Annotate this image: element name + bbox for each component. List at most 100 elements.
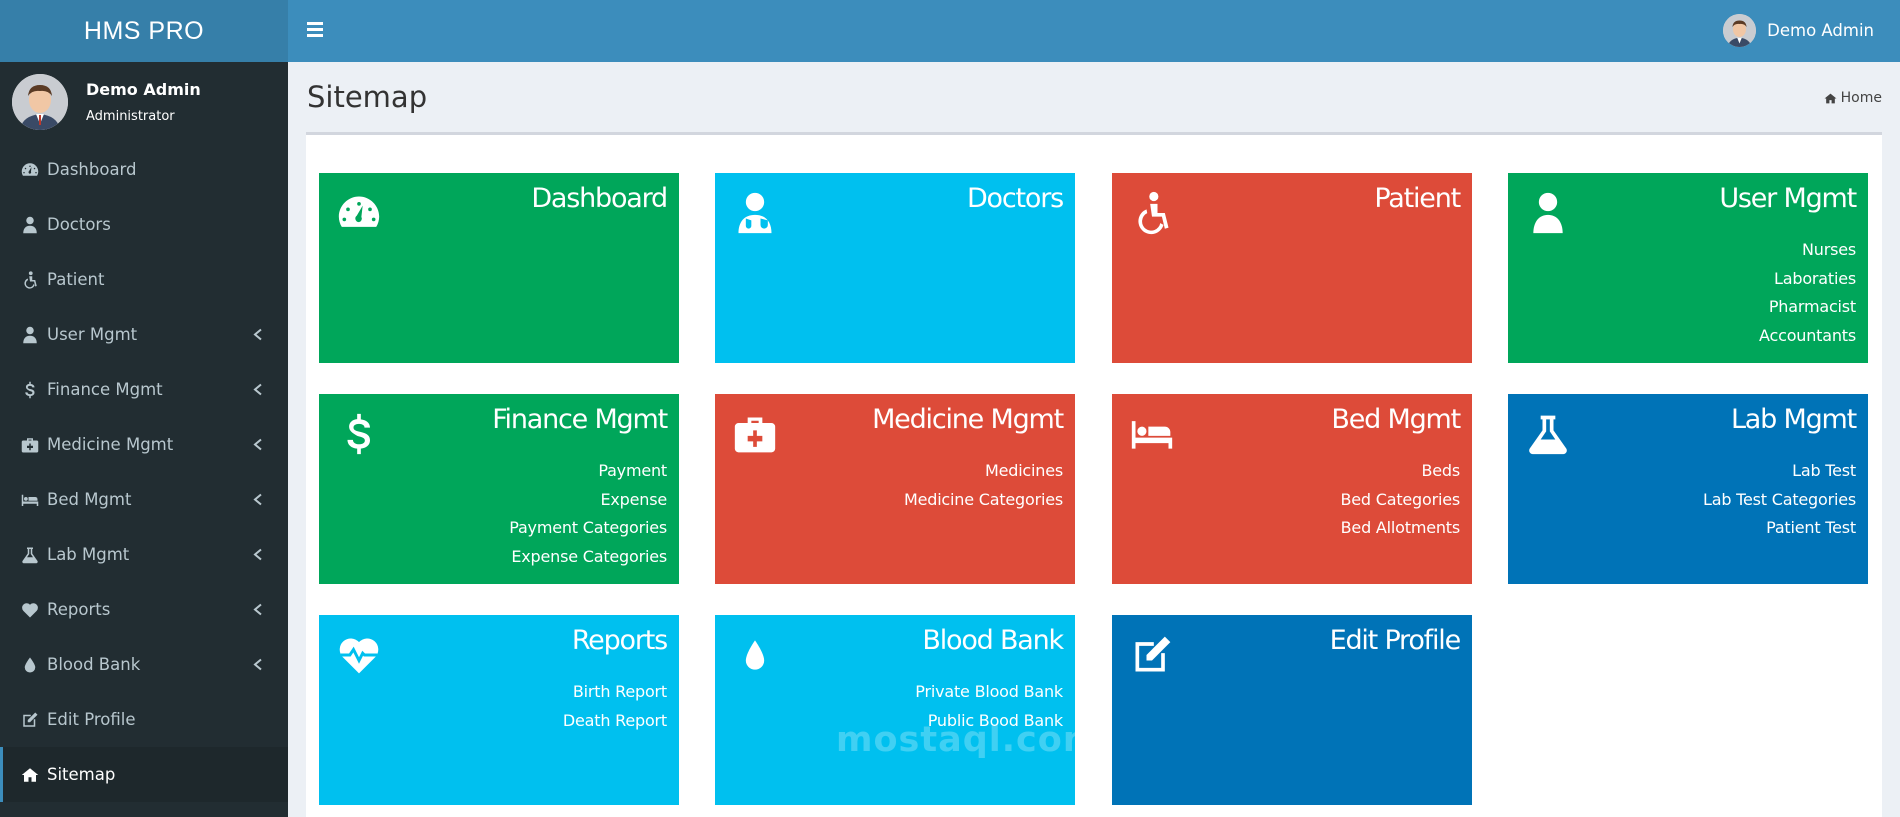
link-payment-categories[interactable]: Payment Categories [509,514,667,543]
sidebar-item-user-mgmt[interactable]: User Mgmt [0,307,288,362]
sidebar-item-bed-mgmt[interactable]: Bed Mgmt [0,472,288,527]
user-menu[interactable]: Demo Admin [1723,14,1874,47]
top-navbar: Demo Admin [288,0,1900,62]
link-accountants[interactable]: Accountants [1759,322,1856,351]
tile-edit-profile[interactable]: Edit Profile [1112,615,1472,805]
tile-finance-mgmt[interactable]: Finance Mgmt Payment Expense Payment Cat… [319,394,679,584]
link-lab-test[interactable]: Lab Test [1703,457,1856,486]
sidebar-item-label: Patient [47,270,105,289]
tile-links: Medicines Medicine Categories [904,457,1063,514]
tile-links: Beds Bed Categories Bed Allotments [1340,457,1460,543]
link-private-blood-bank[interactable]: Private Blood Bank [915,678,1063,707]
dollar-icon [21,381,47,399]
sidebar-item-patient[interactable]: Patient [0,252,288,307]
medkit-icon [733,412,777,456]
sidebar-item-edit-profile[interactable]: Edit Profile [0,692,288,747]
tile-doctors[interactable]: Doctors [715,173,1075,363]
user-icon [1526,191,1570,235]
tile-patient[interactable]: Patient [1112,173,1472,363]
sidebar-user-name: Demo Admin [86,80,201,99]
tile-title: Lab Mgmt [1730,404,1857,435]
link-bed-allotments[interactable]: Bed Allotments [1340,514,1461,543]
sidebar-item-label: User Mgmt [47,325,138,344]
edit-icon [1130,633,1174,677]
dashboard-icon [337,191,381,235]
sidebar-item-label: Bed Mgmt [47,490,132,509]
wheelchair-icon [21,270,47,289]
link-beds[interactable]: Beds [1340,457,1460,486]
sidebar-item-doctors[interactable]: Doctors [0,197,288,252]
chevron-left-icon [253,325,263,344]
sidebar-item-lab-mgmt[interactable]: Lab Mgmt [0,527,288,582]
header-user-name: Demo Admin [1767,21,1874,40]
sidebar-item-finance-mgmt[interactable]: Finance Mgmt [0,362,288,417]
sidebar-toggle-button[interactable] [307,22,323,38]
tile-title: User Mgmt [1719,183,1857,214]
link-medicines[interactable]: Medicines [904,457,1063,486]
tile-title: Dashboard [531,183,668,214]
flask-icon [21,546,47,564]
chevron-left-icon [253,435,263,454]
chevron-left-icon [253,545,263,564]
bed-icon [1130,412,1174,456]
tile-reports[interactable]: Reports Birth Report Death Report [319,615,679,805]
sidebar: HMS PRO Demo Admin Administrator Dashboa… [0,0,288,817]
tile-user-mgmt[interactable]: User Mgmt Nurses Laboraties Pharmacist A… [1508,173,1868,363]
sidebar-user-role: Administrator [86,109,175,124]
link-laboraties[interactable]: Laboraties [1759,265,1856,294]
tile-title: Finance Mgmt [492,404,668,435]
tile-title: Patient [1374,183,1461,214]
tint-icon [733,633,777,677]
app-logo[interactable]: HMS PRO [0,0,288,62]
user-md-icon [733,191,777,235]
link-expense-categories[interactable]: Expense Categories [509,543,667,572]
tile-title: Doctors [966,183,1064,214]
bed-icon [21,491,47,509]
tile-title: Edit Profile [1329,625,1462,656]
link-death-report[interactable]: Death Report [563,707,667,736]
chevron-left-icon [253,600,263,619]
sidebar-item-label: Blood Bank [47,655,141,674]
sidebar-item-reports[interactable]: Reports [0,582,288,637]
sidebar-item-blood-bank[interactable]: Blood Bank [0,637,288,692]
tile-medicine-mgmt[interactable]: Medicine Mgmt Medicines Medicine Categor… [715,394,1075,584]
chevron-left-icon [253,655,263,674]
link-lab-test-categories[interactable]: Lab Test Categories [1703,486,1856,515]
sidebar-item-label: Sitemap [47,765,116,784]
tile-blood-bank[interactable]: Blood Bank Private Blood Bank Public Boo… [715,615,1075,805]
sidebar-menu: Dashboard Doctors Patient User Mgmt Fina… [0,142,288,802]
sidebar-item-dashboard[interactable]: Dashboard [0,142,288,197]
tile-dashboard[interactable]: Dashboard [319,173,679,363]
link-bed-categories[interactable]: Bed Categories [1340,486,1460,515]
link-birth-report[interactable]: Birth Report [563,678,667,707]
link-pharmacist[interactable]: Pharmacist [1759,293,1856,322]
tile-bed-mgmt[interactable]: Bed Mgmt Beds Bed Categories Bed Allotme… [1112,394,1472,584]
tile-links: Payment Expense Payment Categories Expen… [509,457,667,571]
edit-icon [21,711,47,729]
avatar [12,74,68,130]
link-patient-test[interactable]: Patient Test [1703,514,1856,543]
link-nurses[interactable]: Nurses [1759,236,1856,265]
tile-lab-mgmt[interactable]: Lab Mgmt Lab Test Lab Test Categories Pa… [1508,394,1868,584]
tile-title: Reports [571,625,668,656]
link-expense[interactable]: Expense [509,486,668,515]
dollar-icon [337,412,381,456]
sidebar-item-sitemap[interactable]: Sitemap [0,747,288,802]
heartbeat-icon [337,633,381,677]
sidebar-item-label: Finance Mgmt [47,380,163,399]
watermark: mostaql.com [836,720,1101,760]
avatar [1723,14,1757,47]
sidebar-item-medicine-mgmt[interactable]: Medicine Mgmt [0,417,288,472]
link-payment[interactable]: Payment [509,457,667,486]
user-panel: Demo Admin Administrator [0,62,288,142]
breadcrumb-home-link[interactable]: Home [1841,90,1882,106]
breadcrumb[interactable]: Home [1824,90,1882,106]
tint-icon [21,656,47,674]
dashboard-icon [21,161,47,179]
tile-title: Bed Mgmt [1331,404,1461,435]
link-medicine-categories[interactable]: Medicine Categories [904,486,1063,515]
tile-title: Blood Bank [922,625,1064,656]
sidebar-item-label: Lab Mgmt [47,545,130,564]
flask-icon [1526,412,1570,456]
wheelchair-icon [1130,191,1174,235]
